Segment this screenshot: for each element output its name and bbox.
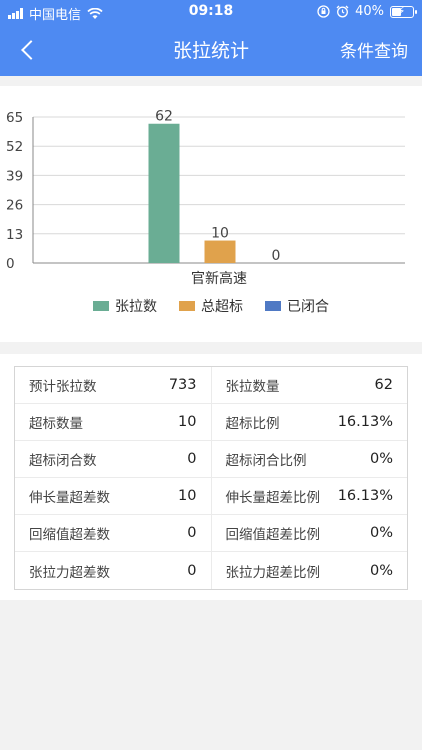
- legend-label: 总超标: [201, 299, 243, 315]
- stats-cell: 张拉力超差比例 0%: [210, 552, 408, 589]
- y-tick-label: 52: [6, 139, 23, 155]
- x-tick-label: 官新高速: [191, 270, 247, 286]
- stats-label: 伸长量超差数: [29, 490, 110, 506]
- legend-item[interactable]: 张拉数: [93, 296, 157, 316]
- stats-row: 伸长量超差数 10 伸长量超差比例 16.13%: [15, 478, 407, 515]
- data-label: 10: [211, 226, 229, 242]
- stats-cell: 伸长量超差比例 16.13%: [210, 478, 408, 514]
- battery-icon: ⚡: [390, 4, 417, 18]
- stats-cell: 张拉数量 62: [210, 367, 408, 403]
- stats-value: 62: [374, 377, 393, 393]
- legend-label: 张拉数: [115, 299, 157, 315]
- stats-row: 预计张拉数 733 张拉数量 62: [15, 367, 407, 404]
- stats-label: 张拉数量: [225, 379, 280, 395]
- stats-label: 回缩值超差比例: [225, 527, 321, 543]
- stats-row: 回缩值超差数 0 回缩值超差比例 0%: [15, 515, 407, 552]
- orientation-lock-icon: [317, 5, 330, 18]
- stats-cell: 超标闭合比例 0%: [210, 441, 408, 477]
- stats-value: 0: [187, 525, 197, 541]
- y-tick-label: 26: [6, 198, 23, 214]
- stats-cell: 张拉力超差数 0: [15, 552, 211, 589]
- bar: [204, 240, 236, 263]
- stats-row: 张拉力超差数 0 张拉力超差比例 0%: [15, 552, 407, 589]
- legend-label: 已闭合: [287, 299, 329, 315]
- stats-value: 0: [187, 451, 197, 467]
- legend-item[interactable]: 已闭合: [265, 296, 329, 316]
- stats-card: 预计张拉数 733 张拉数量 62 超标数量 10 超标比例 16.13% 超标闭合数 0 超标闭合…: [0, 354, 422, 600]
- stats-cell: 超标数量 10: [15, 404, 211, 440]
- status-right: 40% ⚡: [317, 4, 417, 19]
- stats-cell: 超标闭合数 0: [15, 441, 211, 477]
- stats-value: 0%: [369, 562, 393, 579]
- stats-value: 0%: [369, 451, 393, 467]
- stats-cell: 超标比例 16.13%: [210, 404, 408, 440]
- stats-label: 超标比例: [225, 416, 280, 432]
- stats-table: 预计张拉数 733 张拉数量 62 超标数量 10 超标比例 16.13% 超标闭合数 0 超标闭合…: [14, 366, 408, 590]
- y-tick-label: 0: [6, 256, 15, 272]
- stats-cell: 伸长量超差数 10: [15, 478, 211, 514]
- chart-legend: 张拉数 总超标 已闭合: [0, 296, 422, 316]
- chart-card: 0 13 26 39 52 65 62 10 0 官新高速 张拉数 总超标 已闭合: [0, 86, 422, 342]
- data-label: 62: [155, 109, 173, 125]
- stats-row: 超标数量 10 超标比例 16.13%: [15, 404, 407, 441]
- legend-item[interactable]: 总超标: [179, 296, 243, 316]
- stats-label: 超标闭合比例: [225, 453, 307, 469]
- stats-value: 10: [178, 414, 197, 430]
- y-tick-label: 65: [6, 110, 23, 126]
- stats-label: 回缩值超差数: [29, 527, 110, 543]
- battery-label: 40%: [355, 4, 384, 19]
- legend-swatch: [93, 301, 109, 311]
- stats-cell: 回缩值超差数 0: [15, 515, 211, 551]
- stats-label: 伸长量超差比例: [225, 490, 321, 506]
- bar: [148, 123, 180, 263]
- stats-value: 0: [187, 562, 197, 579]
- stats-cell: 预计张拉数 733: [15, 367, 211, 403]
- stats-label: 预计张拉数: [29, 379, 97, 395]
- stats-label: 超标数量: [29, 416, 83, 432]
- legend-swatch: [265, 301, 281, 311]
- stats-label: 张拉力超差比例: [225, 564, 321, 581]
- stats-cell: 回缩值超差比例 0%: [210, 515, 408, 551]
- header: 中国电信 09:18 40% ⚡ 张拉统计 条件查询: [0, 0, 422, 76]
- bar-chart: 0 13 26 39 52 65 62 10 0 官新高速: [6, 109, 405, 286]
- stats-value: 16.13%: [337, 488, 393, 504]
- stats-value: 10: [178, 488, 197, 504]
- nav-bar: 张拉统计 条件查询: [0, 24, 422, 76]
- condition-query-button[interactable]: 条件查询: [340, 37, 408, 62]
- legend-swatch: [179, 301, 195, 311]
- stats-label: 超标闭合数: [29, 453, 97, 469]
- stats-label: 张拉力超差数: [29, 564, 110, 581]
- stats-row: 超标闭合数 0 超标闭合比例 0%: [15, 441, 407, 478]
- stats-value: 733: [168, 377, 197, 393]
- stats-value: 0%: [369, 525, 393, 541]
- y-tick-label: 39: [6, 168, 23, 184]
- stats-value: 16.13%: [337, 414, 393, 430]
- y-tick-label: 13: [6, 227, 23, 243]
- status-bar: 中国电信 09:18 40% ⚡: [0, 0, 422, 24]
- data-label: 0: [272, 248, 281, 264]
- alarm-icon: [336, 5, 349, 18]
